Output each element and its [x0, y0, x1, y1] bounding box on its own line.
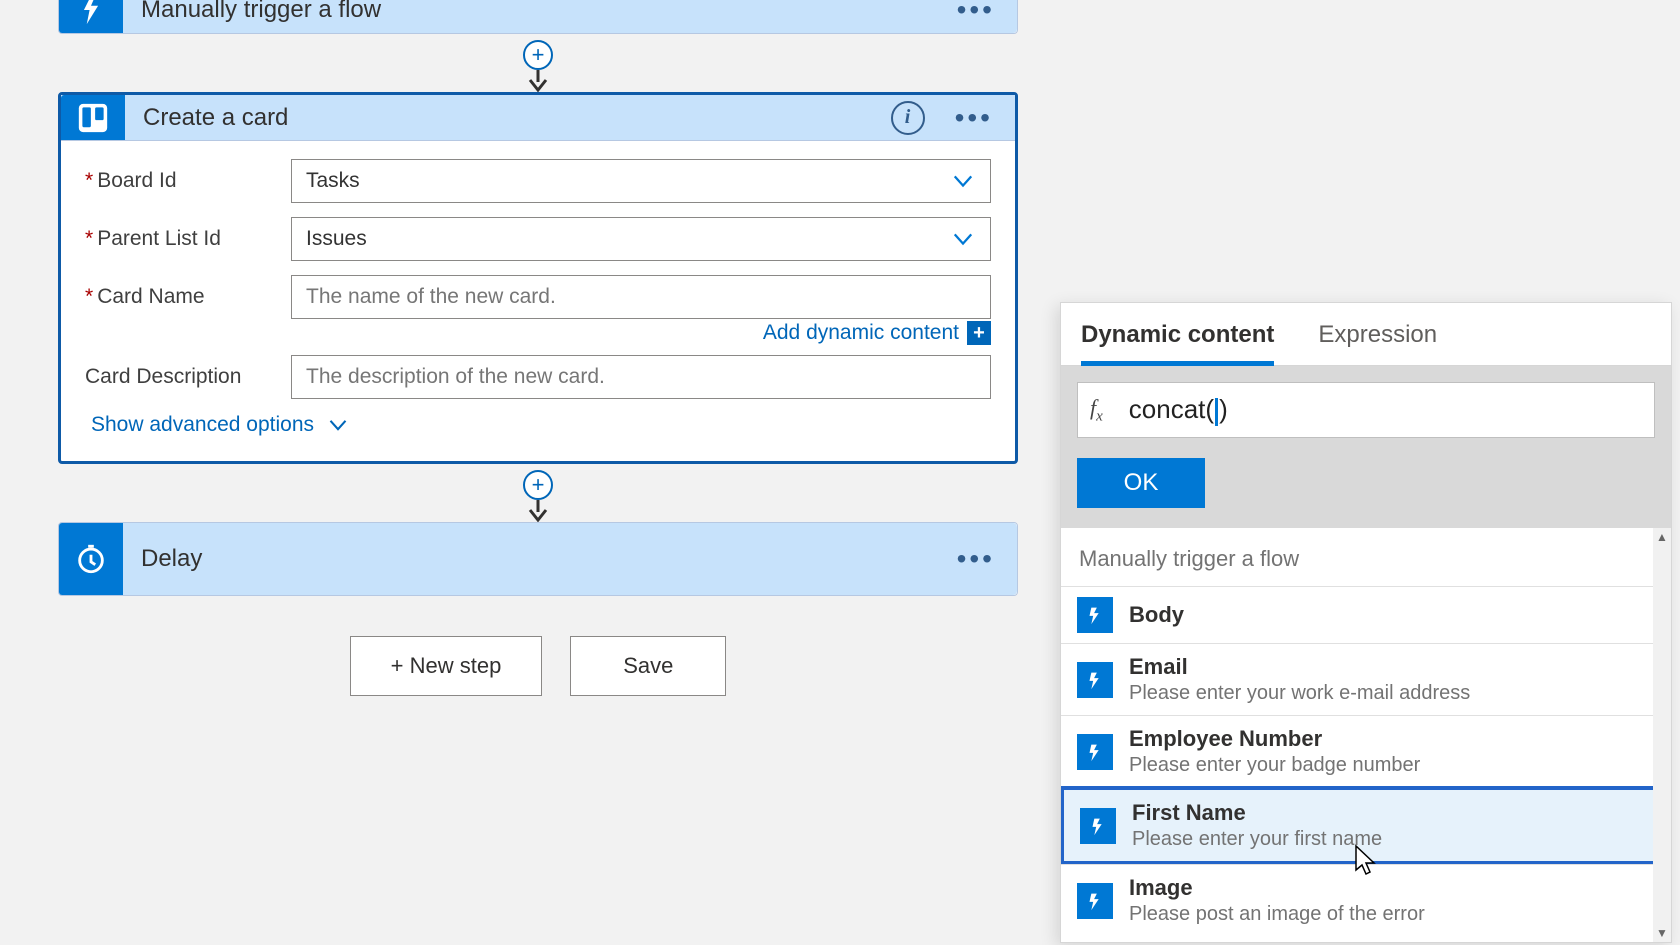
connector: +	[58, 34, 1018, 92]
delay-action[interactable]: Delay •••	[58, 522, 1018, 596]
create-card-action[interactable]: Create a card i ••• *Board Id Tasks	[58, 92, 1018, 464]
show-advanced-link[interactable]: Show advanced options	[91, 413, 991, 437]
list-select[interactable]: Issues	[291, 217, 991, 261]
flow-icon	[1080, 808, 1116, 844]
cardname-label: *Card Name	[85, 285, 291, 309]
dc-item-email[interactable]: Email Please enter your work e-mail addr…	[1061, 643, 1671, 715]
new-step-button[interactable]: + New step	[350, 636, 543, 696]
carddesc-input[interactable]: The description of the new card.	[291, 355, 991, 399]
cardname-input[interactable]: The name of the new card.	[291, 275, 991, 319]
chevron-down-icon	[328, 418, 348, 432]
dynamic-content-panel: Dynamic content Expression fx concat() O…	[1060, 302, 1672, 943]
arrow-down-icon	[526, 70, 550, 92]
trello-icon	[61, 95, 125, 140]
scroll-down-icon[interactable]: ▼	[1653, 924, 1671, 942]
flow-icon	[1077, 662, 1113, 698]
dc-item-first-name[interactable]: First Name Please enter your first name	[1061, 786, 1665, 865]
scroll-up-icon[interactable]: ▲	[1653, 528, 1671, 546]
carddesc-label: Card Description	[85, 365, 291, 389]
delay-title: Delay	[123, 545, 957, 573]
more-icon[interactable]: •••	[955, 113, 993, 123]
trigger-card[interactable]: Manually trigger a flow •••	[58, 0, 1018, 34]
dc-item-body[interactable]: Body	[1061, 586, 1671, 643]
add-step-button[interactable]: +	[523, 40, 553, 70]
scrollbar[interactable]: ▲ ▼	[1653, 528, 1671, 942]
more-icon[interactable]: •••	[957, 554, 995, 564]
add-step-button[interactable]: +	[523, 470, 553, 500]
arrow-down-icon	[526, 500, 550, 522]
trigger-icon	[59, 0, 123, 33]
plus-icon: +	[967, 321, 991, 345]
info-icon[interactable]: i	[891, 101, 925, 135]
chevron-down-icon	[950, 168, 976, 194]
expression-input[interactable]: fx concat()	[1077, 382, 1655, 438]
trigger-title: Manually trigger a flow	[123, 0, 957, 24]
ok-button[interactable]: OK	[1077, 458, 1205, 508]
action-title: Create a card	[125, 104, 891, 132]
timer-icon	[59, 523, 123, 595]
fx-icon: fx	[1090, 395, 1103, 425]
chevron-down-icon	[950, 226, 976, 252]
flow-icon	[1077, 597, 1113, 633]
dc-item-image[interactable]: Image Please post an image of the error	[1061, 864, 1671, 936]
more-icon[interactable]: •••	[957, 5, 995, 15]
add-dynamic-content-link[interactable]: Add dynamic content +	[763, 321, 991, 345]
tab-expression[interactable]: Expression	[1318, 303, 1437, 365]
source-header: Manually trigger a flow	[1061, 528, 1671, 586]
list-label: *Parent List Id	[85, 227, 291, 251]
connector: +	[58, 464, 1018, 522]
save-button[interactable]: Save	[570, 636, 726, 696]
board-label: *Board Id	[85, 169, 291, 193]
flow-icon	[1077, 734, 1113, 770]
board-select[interactable]: Tasks	[291, 159, 991, 203]
flow-icon	[1077, 883, 1113, 919]
tab-dynamic-content[interactable]: Dynamic content	[1081, 303, 1274, 365]
dc-item-employee-number[interactable]: Employee Number Please enter your badge …	[1061, 715, 1671, 787]
